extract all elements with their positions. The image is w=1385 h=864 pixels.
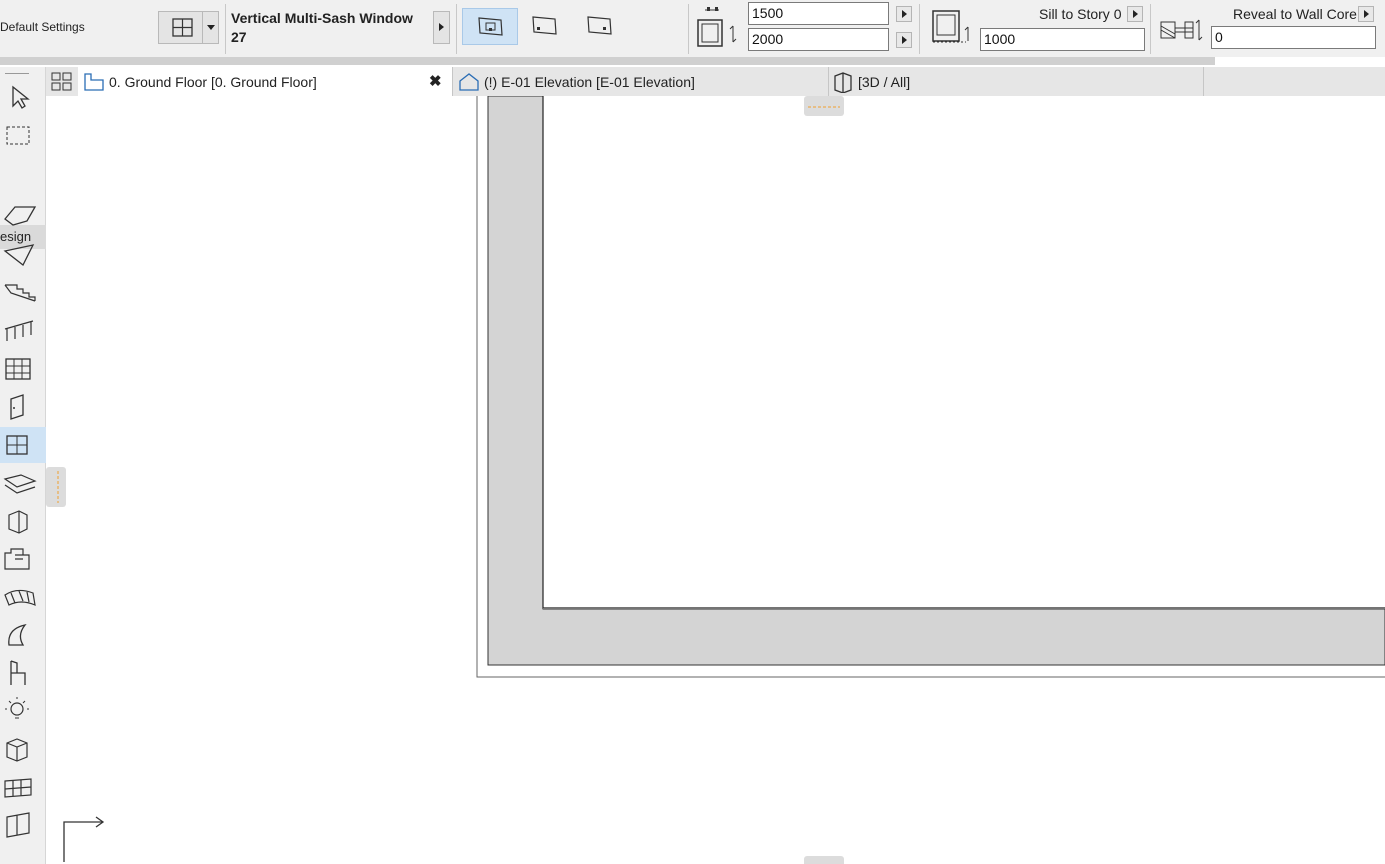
arrow-pointer-icon (12, 85, 30, 109)
chevron-down-icon[interactable] (207, 25, 215, 30)
anchor-right-button[interactable] (580, 8, 620, 45)
reveal-field[interactable]: 0 (1211, 26, 1376, 49)
shell-icon (3, 244, 35, 266)
window-name-number: 27 (231, 29, 247, 45)
zone-icon (6, 738, 28, 762)
skylight-icon (3, 474, 37, 494)
arrow-tool[interactable] (0, 77, 46, 113)
toolbox: esign (0, 67, 46, 864)
roof-tool[interactable] (0, 199, 46, 235)
skylight-tool[interactable] (0, 465, 46, 501)
info-box: Default Settings Vertical Multi-Sash Win… (0, 0, 1385, 57)
tab-overview-button[interactable] (46, 67, 78, 96)
height-field[interactable]: 2000 (748, 28, 889, 51)
grid-view-icon (51, 72, 72, 91)
elevation-icon (459, 73, 479, 91)
railing-icon (4, 320, 34, 341)
door-tool[interactable] (0, 389, 46, 425)
curtain-wall-tool[interactable] (0, 351, 46, 387)
wall-end-icon (8, 510, 28, 534)
reveal-label: Reveal to Wall Core (1233, 6, 1357, 22)
sill-arrow-button[interactable] (1127, 6, 1143, 22)
window-tool[interactable] (0, 427, 46, 463)
sill-field[interactable]: 1000 (980, 28, 1145, 51)
tab-elevation[interactable]: (!) E-01 Elevation [E-01 Elevation] (453, 67, 828, 96)
zone-tool[interactable] (0, 731, 46, 767)
origin-icon (60, 816, 110, 864)
window-settings-icon (172, 18, 193, 37)
expand-arrow-button[interactable] (433, 11, 450, 44)
height-arrow-button[interactable] (896, 32, 912, 48)
wall-end-tool[interactable] (0, 503, 46, 539)
width-arrow-button[interactable] (896, 6, 912, 22)
lamp-icon (5, 697, 29, 719)
reveal-arrow-button[interactable] (1358, 6, 1374, 22)
window-name: Vertical Multi-Sash Window (231, 10, 413, 26)
grid-element-icon (4, 778, 32, 798)
shell-tool[interactable] (0, 237, 46, 273)
morph-tool[interactable] (0, 617, 46, 653)
window-icon (6, 435, 28, 455)
settings-dialog-button[interactable] (158, 11, 219, 44)
anchor-center-icon (478, 17, 503, 36)
3d-view-icon (834, 72, 852, 93)
tab-label: 0. Ground Floor [0. Ground Floor] (109, 74, 317, 90)
stair-tool[interactable] (0, 275, 46, 311)
marquee-tool[interactable] (0, 115, 46, 151)
reveal-icon (1160, 19, 1203, 41)
sill-height-icon (932, 10, 969, 43)
tab-3d-all[interactable]: [3D / All] (829, 67, 1203, 96)
morph-icon (8, 623, 27, 646)
object-tool[interactable] (0, 541, 46, 577)
width-field[interactable]: 1500 (748, 2, 889, 25)
anchor-center-button[interactable] (462, 8, 518, 45)
mesh-icon (4, 589, 36, 606)
close-icon[interactable]: ✖ (429, 67, 442, 97)
tab-label: (!) E-01 Elevation [E-01 Elevation] (484, 74, 695, 90)
stair-icon (4, 284, 36, 302)
mesh-tool[interactable] (0, 579, 46, 615)
panel-icon (6, 812, 30, 838)
anchor-left-icon (532, 16, 557, 35)
default-settings-label: Default Settings (0, 20, 85, 34)
curtain-wall-icon (5, 358, 31, 380)
marquee-icon (6, 126, 30, 145)
sill-label: Sill to Story 0 (1039, 6, 1122, 22)
floor-plan-canvas[interactable] (46, 96, 1385, 864)
beam-grid-tool[interactable] (0, 769, 46, 805)
floor-plan-icon (84, 73, 104, 91)
roof-icon (4, 206, 37, 226)
view-tab-bar: 0. Ground Floor [0. Ground Floor] ✖ (!) … (46, 67, 1385, 96)
drawing-area[interactable] (46, 96, 1385, 864)
window-size-icon (697, 7, 737, 47)
object-icon (4, 548, 30, 570)
anchor-right-icon (587, 16, 612, 35)
tab-ground-floor[interactable]: 0. Ground Floor [0. Ground Floor] ✖ (78, 67, 452, 96)
infobox-scrollbar[interactable] (0, 57, 1215, 65)
chair-icon (10, 660, 26, 685)
tab-label: [3D / All] (858, 74, 911, 90)
chair-object-tool[interactable] (0, 655, 46, 691)
anchor-left-button[interactable] (525, 8, 565, 45)
door-icon (10, 394, 24, 420)
railing-tool[interactable] (0, 313, 46, 349)
panel-tool[interactable] (0, 807, 46, 843)
lamp-tool[interactable] (0, 693, 46, 729)
